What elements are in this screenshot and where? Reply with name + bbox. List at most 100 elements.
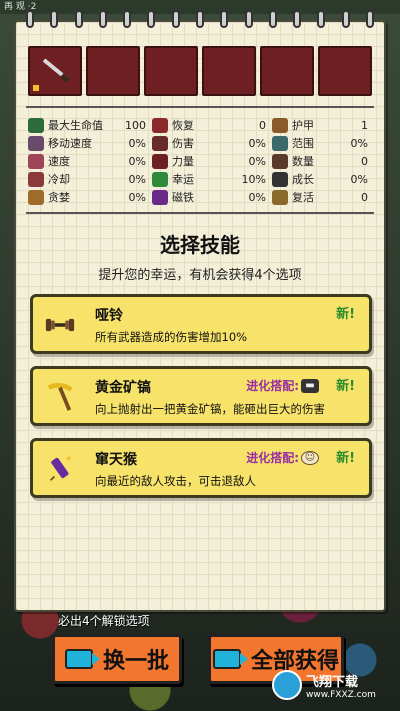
glasses-icon: [272, 171, 288, 187]
skill-card-golden-pickaxe[interactable]: 黄金矿镐 向上抛射出一把黄金矿镐，能砸出巨大的伤害 进化搭配: ▬ 新!: [30, 366, 372, 426]
stat-row: 移动速度 0%: [28, 134, 152, 152]
stat-value: 100: [125, 118, 146, 132]
stat-row: 伤害 0%: [152, 134, 272, 152]
pickaxe-icon: [45, 382, 75, 412]
new-badge: 新!: [336, 307, 355, 322]
stat-value: 0%: [128, 172, 146, 186]
stat-label: 最大生命值: [48, 119, 103, 132]
ring: [50, 10, 59, 28]
skill-description: 向最近的敌人攻击，可击退敌人: [95, 474, 256, 488]
ring: [341, 10, 350, 28]
ring: [293, 10, 302, 28]
ring: [26, 10, 34, 28]
evolution-item-icon: ▬: [301, 378, 319, 393]
ring: [268, 10, 277, 28]
stat-value: 0%: [350, 136, 368, 150]
skill-card-dumbbell[interactable]: 哑铃 所有武器造成的伤害增加10% 新!: [30, 294, 372, 354]
stat-row: 幸运 10%: [152, 170, 272, 188]
stat-label: 贪婪: [48, 191, 70, 204]
ring: [123, 10, 132, 28]
heart-icon: [28, 117, 44, 133]
skill-description: 所有武器造成的伤害增加10%: [95, 330, 248, 344]
stat-value: 0%: [248, 136, 266, 150]
stat-value: 10%: [241, 172, 266, 186]
notebook-rings: [26, 10, 374, 28]
weapon-slot-empty[interactable]: [202, 46, 256, 96]
firework-rocket-icon: [45, 454, 75, 484]
ring: [317, 10, 326, 28]
stat-value: 1: [361, 118, 368, 132]
ring: [147, 10, 156, 28]
watermark-url: www.FXXZ.com: [306, 689, 376, 700]
weapon-slot-empty[interactable]: [260, 46, 314, 96]
stat-label: 幸运: [172, 173, 194, 186]
skill-card-firework-rocket[interactable]: 窜天猴 向最近的敌人攻击，可击退敌人 进化搭配: ☺ 新!: [30, 438, 372, 498]
new-badge: 新!: [336, 451, 355, 466]
sword-icon: [152, 135, 168, 151]
skill-name: 哑铃: [95, 308, 123, 324]
ring: [244, 10, 253, 28]
evolution-item-icon: ☺: [301, 450, 319, 465]
potion-icon: [152, 117, 168, 133]
watermark-logo-icon: [272, 670, 302, 700]
armor-icon: [272, 117, 288, 133]
weapon-slot-empty[interactable]: [86, 46, 140, 96]
stat-label: 范围: [292, 137, 314, 150]
greed-icon: [28, 189, 44, 205]
watermark-name: 飞翔下载: [306, 674, 359, 690]
stat-row: 复活 0: [272, 188, 374, 206]
amount-icon: [272, 153, 288, 169]
ring: [195, 10, 204, 28]
cooldown-icon: [28, 171, 44, 187]
divider: [26, 106, 374, 108]
stat-row: 恢复 0: [152, 116, 272, 134]
reroll-button[interactable]: 换一批: [52, 634, 182, 684]
video-ad-icon: [64, 649, 100, 669]
range-icon: [272, 135, 288, 151]
stat-value: 0%: [128, 136, 146, 150]
ring: [98, 10, 107, 28]
skill-name: 黄金矿镐: [95, 380, 151, 396]
speed-icon: [28, 153, 44, 169]
stats-grid: 最大生命值 100 恢复 0 护甲 1 移动速度 0% 伤害 0% 范围 0% 速度 0% 力量 0% 数量 0 冷…: [28, 116, 374, 206]
evolution-label: 进化搭配:: [246, 451, 299, 465]
stat-label: 数量: [292, 155, 314, 168]
boot-icon: [28, 135, 44, 151]
page-subtitle: 提升您的幸运，有机会获得4个选项: [98, 268, 302, 283]
video-ad-icon: [212, 649, 248, 669]
knife-icon: [42, 58, 70, 83]
weapon-slot-knife[interactable]: [28, 46, 82, 96]
evolution-combo: 进化搭配: ☺: [246, 449, 319, 466]
weapon-slot-empty[interactable]: [318, 46, 372, 96]
power-icon: [152, 153, 168, 169]
evolution-combo: 进化搭配: ▬: [246, 377, 319, 394]
revive-icon: [272, 189, 288, 205]
weapon-slot-empty[interactable]: [144, 46, 198, 96]
stat-label: 移动速度: [48, 137, 92, 150]
watermark: 飞翔下载 www.FXXZ.com: [272, 665, 392, 705]
stat-value: 0%: [128, 190, 146, 204]
stat-value: 0: [361, 154, 368, 168]
stat-label: 伤害: [172, 137, 194, 150]
divider: [26, 212, 374, 214]
stat-row: 护甲 1: [272, 116, 374, 134]
new-badge: 新!: [336, 379, 355, 394]
stat-row: 力量 0%: [152, 152, 272, 170]
stat-row: 速度 0%: [28, 152, 152, 170]
stat-label: 复活: [292, 191, 314, 204]
stat-label: 成长: [292, 173, 314, 186]
ring: [220, 10, 229, 28]
stat-value: 0%: [350, 172, 368, 186]
page-title: 选择技能: [160, 233, 240, 257]
stat-row: 磁铁 0%: [152, 188, 272, 206]
stat-label: 力量: [172, 155, 194, 168]
stat-row: 冷却 0%: [28, 170, 152, 188]
stat-value: 0: [259, 118, 266, 132]
stat-value: 0%: [248, 154, 266, 168]
ring: [74, 10, 83, 28]
weapon-slots: [28, 46, 372, 96]
stat-label: 速度: [48, 155, 70, 168]
stat-row: 数量 0: [272, 152, 374, 170]
unlock-hint: 必出4个解锁选项: [58, 614, 150, 628]
stat-label: 护甲: [292, 119, 314, 132]
